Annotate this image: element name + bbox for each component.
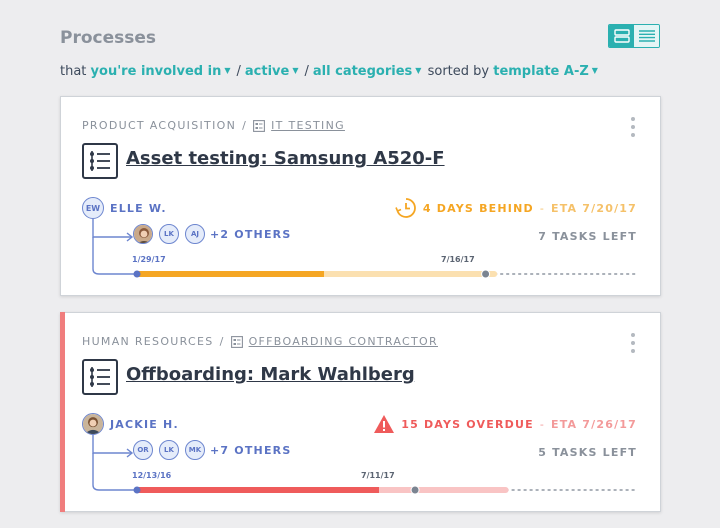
owner-name[interactable]: JACKIE H. (110, 418, 179, 431)
sort-dropdown[interactable]: template A-Z ▼ (493, 64, 600, 79)
category-label: HUMAN RESOURCES (82, 335, 214, 348)
status-text: 15 DAYS OVERDUE (401, 417, 534, 431)
process-card[interactable]: HUMAN RESOURCES / OFFBOARDING CONTRACTOR… (60, 312, 661, 512)
template-icon (253, 119, 266, 132)
tasks-left: 7 TASKS LEFT (538, 230, 637, 243)
more-options-icon[interactable] (630, 117, 636, 137)
owner-photo-avatar[interactable] (82, 413, 104, 435)
status-separator: - (539, 201, 545, 215)
breadcrumb-separator: / (242, 119, 248, 132)
member-avatar[interactable]: AJ (185, 224, 205, 244)
sort-dropdown-label: template A-Z (493, 64, 589, 79)
tasks-left: 5 TASKS LEFT (538, 446, 637, 459)
member-list: LK AJ +2 OTHERS (133, 224, 291, 244)
current-date: 7/11/17 (361, 471, 395, 480)
others-link[interactable]: +2 OTHERS (210, 228, 291, 241)
timeline-today-marker (410, 485, 420, 495)
timeline-today-marker (481, 269, 491, 279)
process-breadcrumb: PRODUCT ACQUISITION / IT TESTING (82, 119, 345, 132)
involvement-filter[interactable]: you're involved in ▼ (91, 64, 233, 79)
process-title[interactable]: Offboarding: Mark Wahlberg (126, 364, 415, 385)
status-filter-label: active (244, 64, 290, 79)
schedule-status: 4 DAYS BEHIND - ETA 7/20/17 (395, 197, 637, 219)
progress-timeline (133, 269, 637, 279)
status-filter[interactable]: active ▼ (245, 64, 301, 79)
member-list: OR LK MK +7 OTHERS (133, 440, 291, 460)
member-avatar[interactable]: LK (159, 440, 179, 460)
clock-behind-icon (395, 198, 416, 218)
view-toggle (608, 24, 660, 48)
warning-icon (374, 415, 395, 433)
owner-name[interactable]: ELLE W. (110, 202, 167, 215)
timeline-start-marker (133, 486, 141, 494)
caret-down-icon: ▼ (224, 66, 231, 75)
member-avatar[interactable]: MK (185, 440, 205, 460)
member-photo-avatar[interactable] (133, 224, 153, 244)
eta-text: ETA 7/26/17 (550, 417, 637, 431)
status-separator: - (539, 417, 545, 431)
template-icon (230, 335, 243, 348)
status-text: 4 DAYS BEHIND (422, 201, 534, 215)
owner-avatar[interactable]: EW (82, 197, 104, 219)
start-date: 1/29/17 (132, 255, 166, 264)
checklist-icon (82, 143, 118, 179)
caret-down-icon: ▼ (415, 66, 422, 75)
filter-line: that you're involved in ▼ / active ▼ / all cat… (60, 64, 600, 79)
member-avatar[interactable]: LK (159, 224, 179, 244)
involvement-filter-label: you're involved in (90, 64, 222, 79)
eta-text: ETA 7/20/17 (550, 201, 637, 215)
caret-down-icon: ▼ (292, 66, 299, 75)
others-link[interactable]: +7 OTHERS (210, 444, 291, 457)
category-label: PRODUCT ACQUISITION (82, 119, 237, 132)
process-breadcrumb: HUMAN RESOURCES / OFFBOARDING CONTRACTOR (82, 335, 438, 348)
filter-prefix: that (60, 64, 87, 79)
checklist-icon (82, 359, 118, 395)
sorted-by-label: sorted by (427, 64, 490, 79)
page-title: Processes (60, 28, 157, 48)
member-avatar[interactable]: OR (133, 440, 153, 460)
category-filter-label: all categories (312, 64, 413, 79)
template-link[interactable]: OFFBOARDING CONTRACTOR (249, 335, 438, 348)
breadcrumb-separator: / (219, 335, 225, 348)
filter-separator: / (304, 64, 309, 79)
template-link[interactable]: IT TESTING (271, 119, 345, 132)
caret-down-icon: ▼ (591, 66, 598, 75)
more-options-icon[interactable] (630, 333, 636, 353)
assignee-tree-lines (92, 435, 135, 491)
current-date: 7/16/17 (441, 255, 475, 264)
timeline-start-marker (133, 270, 141, 278)
start-date: 12/13/16 (132, 471, 172, 480)
process-title[interactable]: Asset testing: Samsung A520-F (126, 148, 445, 169)
category-filter[interactable]: all categories ▼ (313, 64, 424, 79)
assignee-tree-lines (92, 219, 135, 275)
progress-timeline (133, 485, 637, 495)
compact-view-icon[interactable] (634, 25, 659, 47)
filter-separator: / (236, 64, 241, 79)
schedule-status: 15 DAYS OVERDUE - ETA 7/26/17 (373, 413, 637, 435)
process-card[interactable]: PRODUCT ACQUISITION / IT TESTING Asset t… (60, 96, 661, 296)
list-view-icon[interactable] (609, 25, 634, 47)
